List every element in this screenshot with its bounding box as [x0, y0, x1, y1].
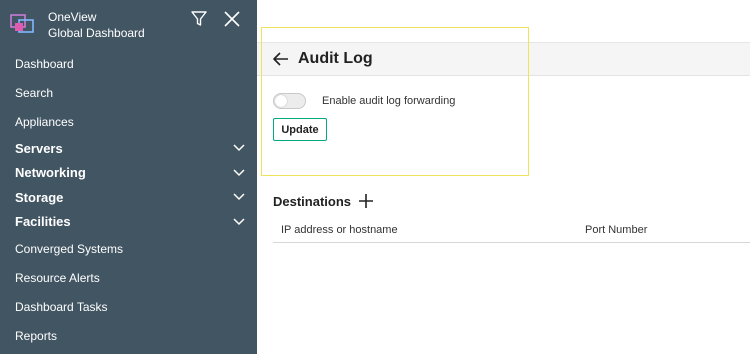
- sidebar-group-servers[interactable]: Servers: [0, 136, 257, 161]
- sidebar-nav: Dashboard Search Appliances Servers Netw…: [0, 49, 257, 350]
- sidebar-item-label: Appliances: [15, 114, 74, 129]
- page-title: Audit Log: [298, 50, 373, 67]
- chevron-down-icon: [233, 144, 245, 152]
- sidebar-item-dashboard[interactable]: Dashboard: [0, 49, 257, 78]
- destinations-table-header: IP address or hostname Port Number: [273, 219, 750, 243]
- chevron-down-icon: [233, 217, 245, 225]
- update-button[interactable]: Update: [273, 118, 327, 141]
- oneview-logo-icon: [10, 14, 34, 33]
- brand: OneView Global Dashboard: [10, 9, 145, 41]
- app-name: OneView: [48, 10, 97, 24]
- sidebar-item-label: Dashboard: [15, 56, 74, 71]
- sidebar-item-label: Reports: [15, 328, 58, 343]
- toggle-knob: [275, 95, 287, 107]
- close-icon[interactable]: [223, 10, 241, 28]
- chevron-down-icon: [233, 193, 245, 201]
- audit-forwarding-toggle[interactable]: [273, 93, 306, 109]
- filter-icon[interactable]: [190, 10, 208, 28]
- sidebar-item-converged-systems[interactable]: Converged Systems: [0, 234, 257, 263]
- sidebar-group-networking[interactable]: Networking: [0, 161, 257, 186]
- column-header-port[interactable]: Port Number: [585, 224, 647, 236]
- sidebar-group-label: Networking: [15, 165, 86, 181]
- sidebar-group-storage[interactable]: Storage: [0, 185, 257, 210]
- plus-icon[interactable]: [359, 194, 373, 208]
- sidebar-group-label: Servers: [15, 140, 63, 156]
- sidebar-item-label: Dashboard Tasks: [15, 299, 108, 314]
- sidebar-group-facilities[interactable]: Facilities: [0, 210, 257, 235]
- sidebar-item-search[interactable]: Search: [0, 78, 257, 107]
- sidebar-item-reports[interactable]: Reports: [0, 321, 257, 350]
- top-bar: [257, 0, 750, 43]
- sidebar: OneView Global Dashboard Dashboard Searc…: [0, 0, 257, 354]
- app-window: OneView Global Dashboard Dashboard Searc…: [0, 0, 750, 354]
- sidebar-item-label: Resource Alerts: [15, 270, 100, 285]
- sidebar-item-dashboard-tasks[interactable]: Dashboard Tasks: [0, 292, 257, 321]
- sidebar-item-label: Converged Systems: [15, 241, 124, 256]
- arrow-left-icon[interactable]: [272, 51, 290, 67]
- sidebar-group-label: Facilities: [15, 214, 71, 230]
- chevron-down-icon: [233, 168, 245, 176]
- sidebar-item-label: Search: [15, 85, 54, 100]
- app-subtitle: Global Dashboard: [48, 26, 145, 40]
- sidebar-item-appliances[interactable]: Appliances: [0, 107, 257, 136]
- column-header-host[interactable]: IP address or hostname: [281, 224, 398, 236]
- sidebar-item-resource-alerts[interactable]: Resource Alerts: [0, 263, 257, 292]
- brand-text: OneView Global Dashboard: [48, 9, 145, 41]
- toggle-label: Enable audit log forwarding: [322, 95, 456, 107]
- destinations-title: Destinations: [273, 194, 352, 209]
- sidebar-group-label: Storage: [15, 189, 64, 205]
